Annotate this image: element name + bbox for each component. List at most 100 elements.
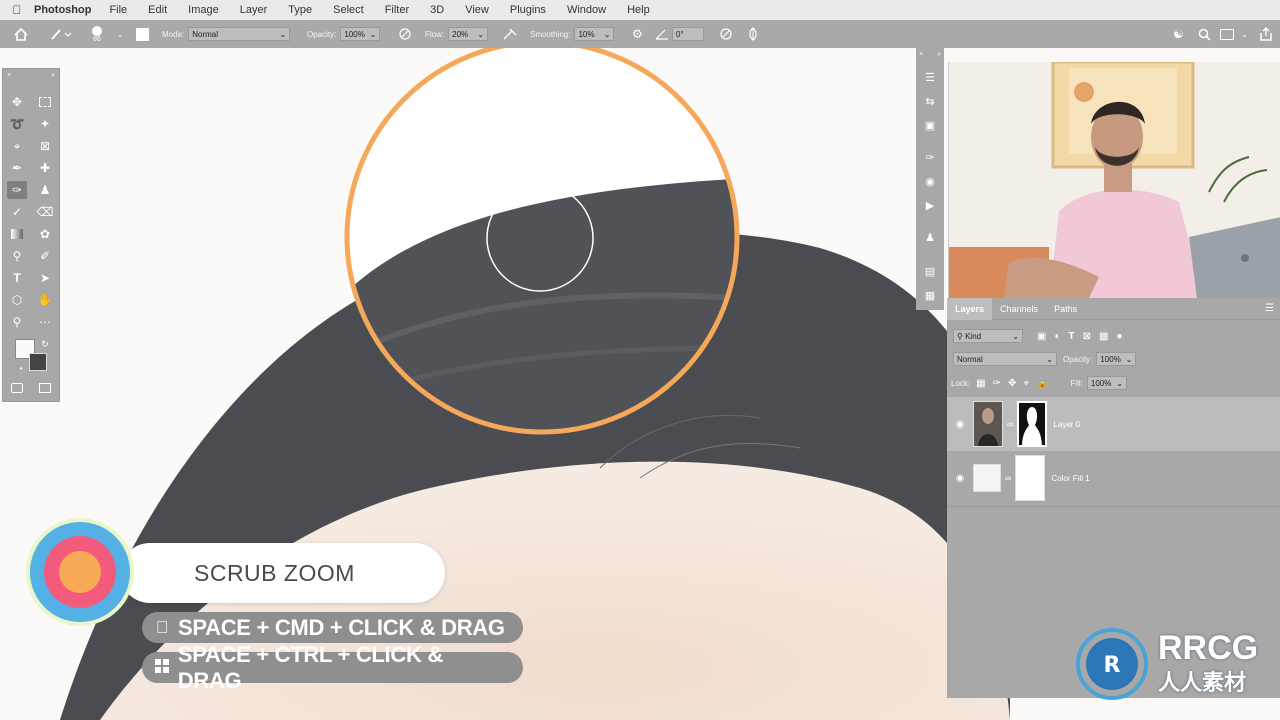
tab-channels[interactable]: Channels [992,298,1046,320]
properties-icon[interactable]: ☰ [920,68,940,86]
close-icon[interactable]: × [7,72,11,79]
color-icon[interactable]: ◉ [920,172,940,190]
symmetry-icon[interactable] [745,20,761,48]
menu-image[interactable]: Image [188,4,219,16]
menu-select[interactable]: Select [333,4,364,16]
mode-select[interactable]: Normal ⌄ [188,27,291,41]
brush-preset-picker[interactable]: 86 [92,20,102,48]
tab-paths[interactable]: Paths [1046,298,1085,320]
frame-tool-icon[interactable]: ⊠ [35,137,55,155]
path-selection-tool-icon[interactable]: ➤ [35,269,55,287]
history-brush-tool-icon[interactable]: ✓ [7,203,27,221]
menu-help[interactable]: Help [627,4,650,16]
flow-field[interactable]: 20% ⌄ [448,27,489,41]
apple-icon[interactable]:  [0,3,34,17]
eye-icon[interactable]: ◉ [947,473,973,484]
menu-plugins[interactable]: Plugins [510,4,546,16]
menu-app[interactable]: Photoshop [34,4,91,16]
pressure-size-icon[interactable] [719,20,733,48]
filter-type-icon[interactable]: T [1069,331,1075,342]
lock-all-icon[interactable]: 🔒 [1036,378,1048,389]
lock-artboard-icon[interactable]: ⌖ [1023,378,1029,389]
search-icon[interactable] [1198,20,1211,48]
zoom-tool-icon[interactable]: ⚲ [7,313,27,331]
smoothing-field[interactable]: 10% ⌄ [574,27,615,41]
menu-edit[interactable]: Edit [148,4,167,16]
opacity-field[interactable]: 100% ⌄ [340,27,381,41]
tab-layers[interactable]: Layers [947,297,993,320]
brush-tool-icon[interactable] [50,20,72,48]
lock-transparent-icon[interactable]: ▦ [976,378,985,389]
fill-field[interactable]: 100% ⌄ [1086,376,1127,390]
collapse-icon[interactable]: « [51,72,55,79]
close-icon[interactable]: × [919,51,923,58]
expand-icon[interactable]: » [937,51,941,58]
clone-source-icon[interactable]: ♟ [920,228,940,246]
more-tools-icon[interactable]: ⋯ [35,313,55,331]
angle-field[interactable]: 0° [672,27,704,41]
blur-tool-icon[interactable]: ✿ [35,225,55,243]
blend-mode-select[interactable]: Normal ⌄ [953,352,1057,366]
history-icon[interactable]: ▦ [920,286,940,304]
screen-mode-icon[interactable] [35,379,55,397]
menu-type[interactable]: Type [288,4,312,16]
pressure-opacity-icon[interactable] [398,20,412,48]
eraser-tool-icon[interactable]: ⌫ [35,203,55,221]
brush-settings-icon[interactable] [136,20,149,48]
type-tool-icon[interactable]: T [7,269,27,287]
filter-pixel-icon[interactable]: ▣ [1037,331,1046,342]
filter-smart-object-icon[interactable]: ▩ [1099,331,1108,342]
layer-name[interactable]: Layer 0 [1053,420,1080,429]
share-icon[interactable]: ☯ [1173,20,1184,48]
hand-tool-icon[interactable]: ✋ [35,291,55,309]
marquee-tool-icon[interactable] [35,93,55,111]
brushes-icon[interactable]: ✑ [920,148,940,166]
dodge-tool-icon[interactable]: ⚲ [7,247,27,265]
gear-icon[interactable]: ⚙ [632,20,643,48]
notes-icon[interactable]: ▤ [920,262,940,280]
chevron-down-icon[interactable]: ⌄ [117,20,124,48]
shape-tool-icon[interactable]: ⬡ [7,291,27,309]
link-icon[interactable]: ∞ [1007,419,1013,429]
swap-colors-icon[interactable]: ↻ [35,335,55,353]
default-colors-icon[interactable]: ▪ [11,359,31,377]
lock-position-icon[interactable]: ✥ [1008,378,1016,389]
magic-wand-tool-icon[interactable]: ✦ [35,115,55,133]
healing-brush-tool-icon[interactable]: ✚ [35,159,55,177]
move-tool-icon[interactable]: ✥ [7,93,27,111]
home-icon[interactable] [14,20,28,48]
actions-play-icon[interactable]: ▶ [920,196,940,214]
filter-adjustment-icon[interactable]: ◐ [1054,331,1060,342]
menu-layer[interactable]: Layer [240,4,268,16]
eyedropper-tool-icon[interactable]: ✒ [7,159,27,177]
layer-row-color-fill-1[interactable]: ◉ ∞ Color Fill 1 [947,451,1280,505]
libraries-icon[interactable]: ▣ [920,116,940,134]
filter-shape-icon[interactable]: ⊠ [1083,331,1091,342]
gradient-tool-icon[interactable] [7,225,27,243]
eye-icon[interactable]: ◉ [947,419,973,430]
chevron-down-icon[interactable]: ⌄ [1241,20,1248,48]
filter-toggle-icon[interactable]: ● [1116,331,1122,342]
layer-opacity-field[interactable]: 100% ⌄ [1096,352,1137,366]
share-upload-icon[interactable] [1259,20,1273,48]
layer-mask-thumbnail[interactable] [1015,455,1046,501]
airbrush-icon[interactable] [502,20,518,48]
crop-tool-icon[interactable]: ⌖ [7,137,27,155]
pen-tool-icon[interactable]: ✐ [35,247,55,265]
menu-filter[interactable]: Filter [385,4,409,16]
layer-mask-thumbnail[interactable] [1017,401,1048,447]
menu-view[interactable]: View [465,4,489,16]
filter-kind-select[interactable]: ⚲ Kind ⌄ [953,329,1023,343]
panel-menu-icon[interactable]: ☰ [1265,303,1280,314]
adjustments-icon[interactable]: ⇆ [920,92,940,110]
menu-3d[interactable]: 3D [430,4,444,16]
layer-row-layer-0[interactable]: ◉ ∞ Layer 0 [947,397,1280,451]
menu-file[interactable]: File [109,4,127,16]
background-color-swatch[interactable] [29,353,47,371]
lasso-tool-icon[interactable]: ➰ [7,115,27,133]
link-icon[interactable]: ∞ [1005,473,1011,483]
quick-mask-icon[interactable] [7,379,27,397]
lock-image-icon[interactable]: ✑ [993,378,1001,389]
menu-window[interactable]: Window [567,4,606,16]
workspace-icon[interactable] [1220,20,1234,48]
